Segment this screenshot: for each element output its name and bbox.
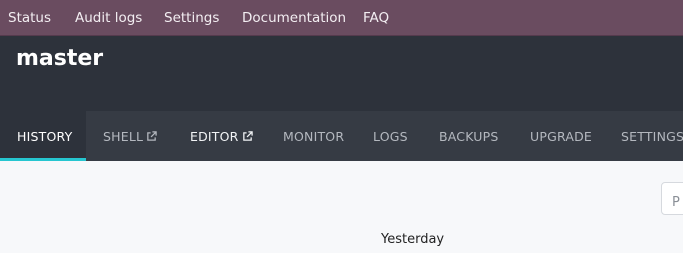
external-link-icon — [147, 130, 157, 141]
tab-logs[interactable]: LOGS — [373, 111, 408, 161]
page-header: master — [0, 36, 683, 111]
tab-backups-label: BACKUPS — [439, 128, 499, 144]
nav-status-link[interactable]: Status — [8, 10, 51, 26]
top-navigation: Status Audit logs Settings Documentation… — [0, 0, 683, 36]
tab-backups[interactable]: BACKUPS — [439, 111, 499, 161]
tab-upgrade-label: UPGRADE — [530, 128, 593, 144]
tab-shell[interactable]: SHELL — [103, 111, 157, 161]
nav-faq-link[interactable]: FAQ — [363, 10, 389, 26]
tab-shell-label: SHELL — [103, 128, 144, 144]
nav-documentation-link[interactable]: Documentation — [242, 10, 346, 26]
nav-audit-logs-link[interactable]: Audit logs — [75, 10, 142, 26]
tab-history-label: HISTORY — [17, 128, 73, 144]
date-group-label: Yesterday — [381, 232, 445, 247]
tab-settings[interactable]: SETTINGS — [621, 111, 683, 161]
tab-bar: HISTORY SHELL EDITOR MONITOR LOGS BACKUP… — [0, 111, 683, 161]
history-content: Yesterday — [0, 161, 683, 253]
page-title: master — [16, 46, 104, 71]
tab-editor[interactable]: EDITOR — [190, 111, 253, 161]
tab-history[interactable]: HISTORY — [0, 111, 86, 161]
tab-settings-label: SETTINGS — [621, 128, 683, 144]
external-link-icon — [242, 130, 253, 141]
tab-logs-label: LOGS — [373, 128, 408, 144]
nav-settings-link[interactable]: Settings — [164, 10, 219, 26]
search-input[interactable] — [661, 182, 683, 215]
tab-monitor[interactable]: MONITOR — [283, 111, 344, 161]
tab-monitor-label: MONITOR — [283, 128, 345, 144]
tab-editor-label: EDITOR — [190, 128, 239, 144]
tab-upgrade[interactable]: UPGRADE — [530, 111, 592, 161]
